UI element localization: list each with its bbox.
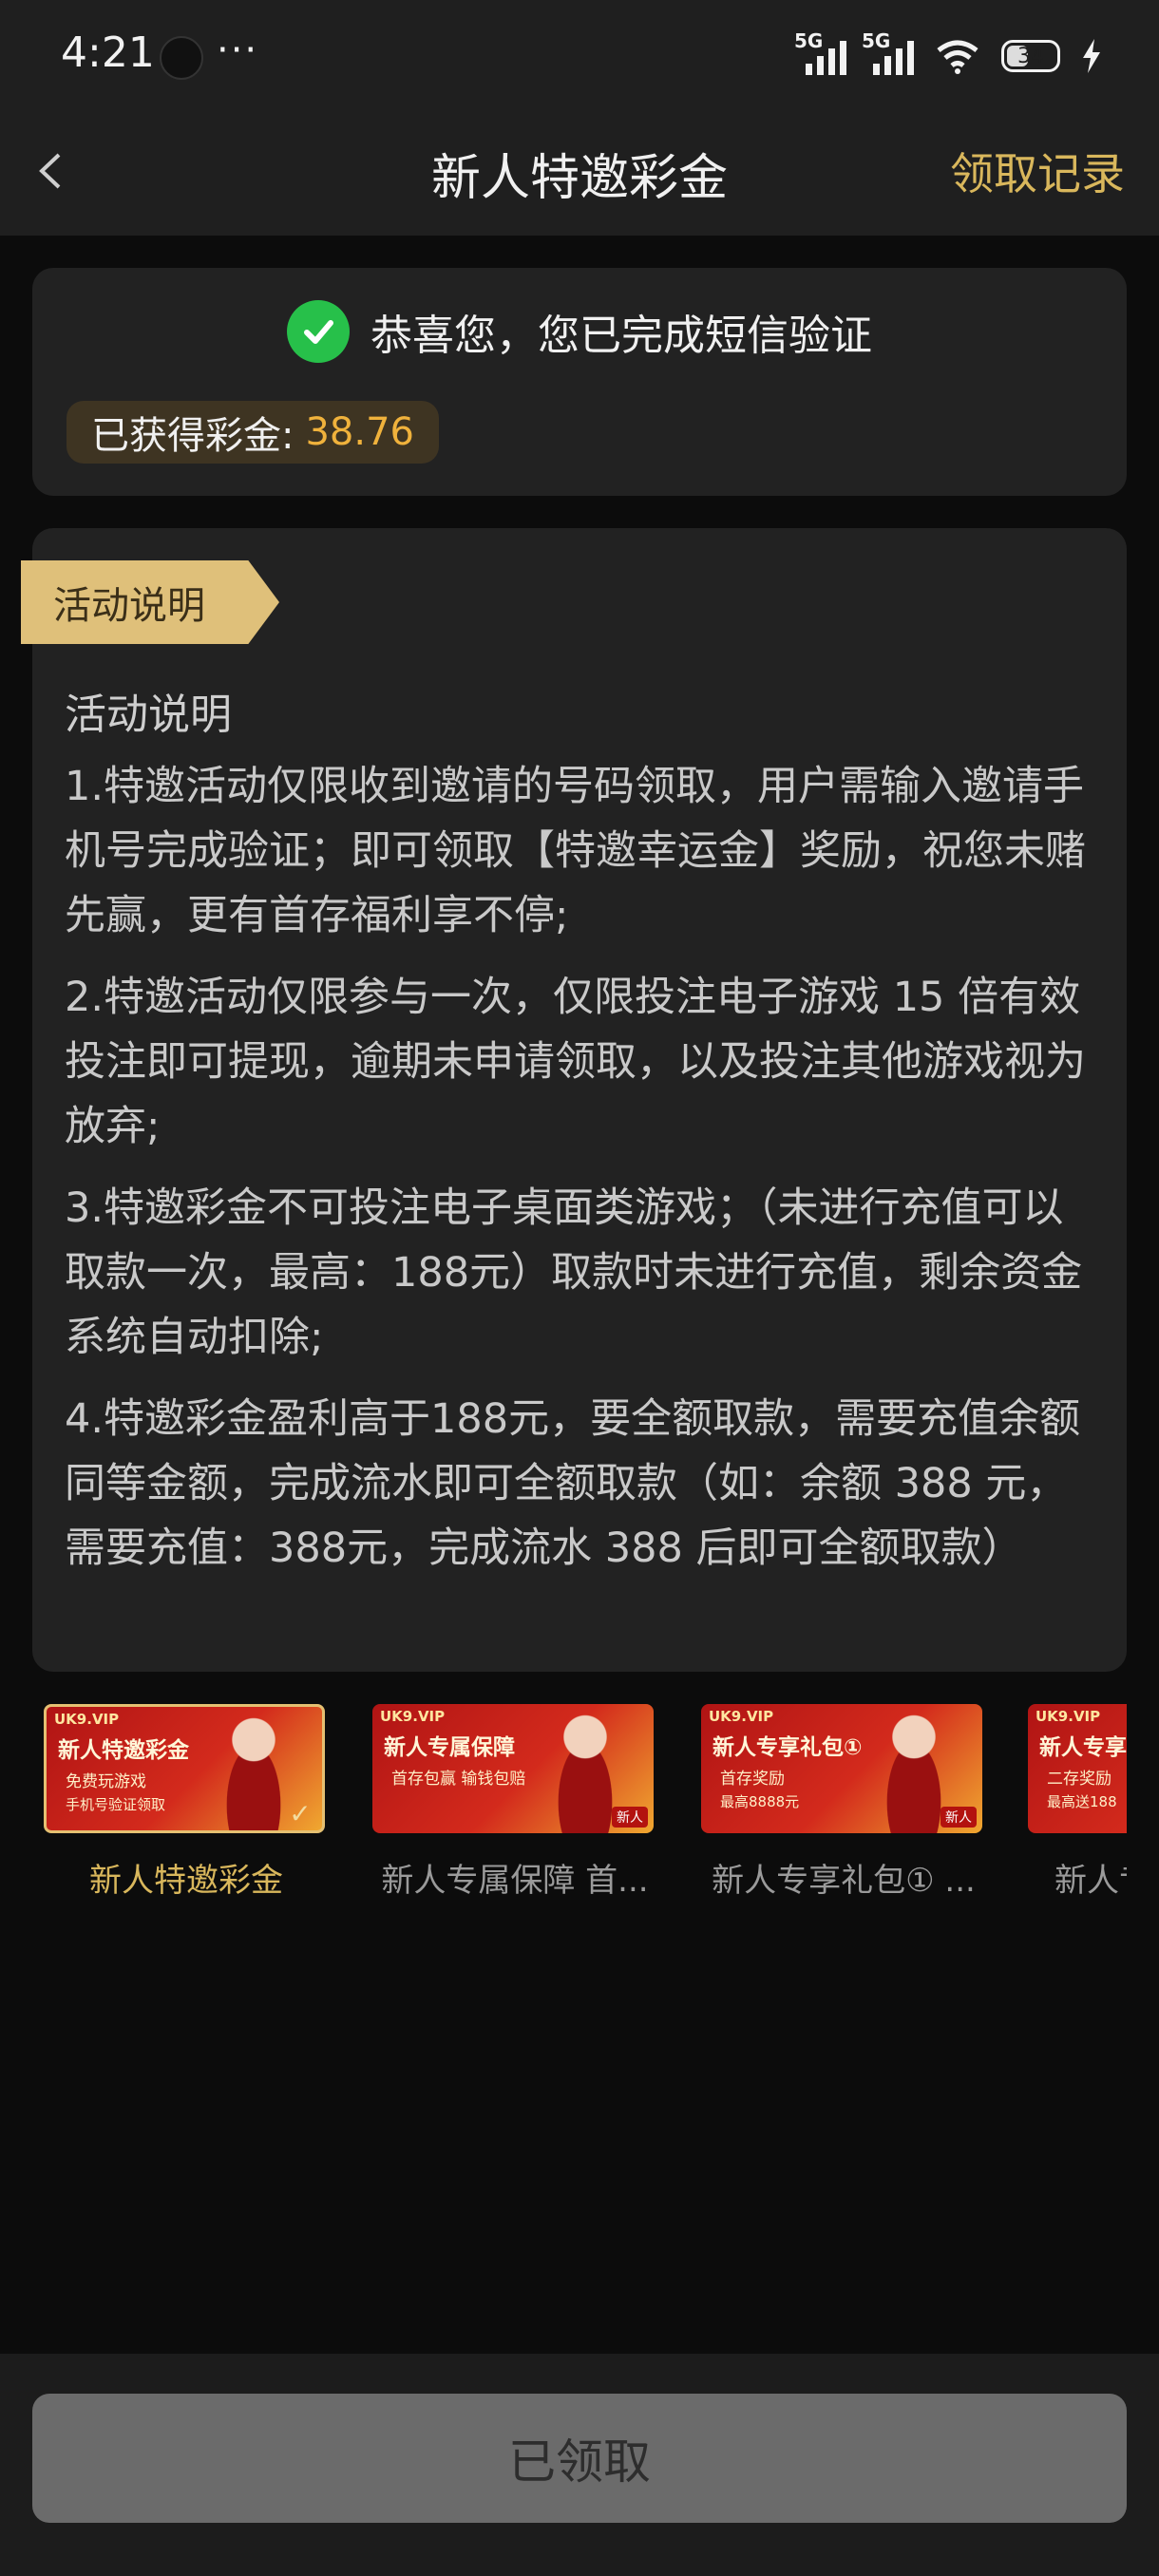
verification-message: 恭喜您，您已完成短信验证	[370, 312, 872, 360]
vip-logo-text: UK9.VIP	[380, 1708, 446, 1725]
bottom-action-bar: 已领取	[0, 2354, 1159, 2576]
promo-subline: 免费玩游戏	[66, 1772, 146, 1791]
promo-card-new-invite[interactable]: UK9.VIP 新人特邀彩金 免费玩游戏 手机号验证领取 ✓ 新人特邀彩金	[44, 1704, 329, 1901]
claim-history-link[interactable]: 领取记录	[950, 140, 1125, 202]
rule-item: 2.特邀活动仅限参与一次，仅限投注电子游戏 15 倍有效投注即可提现，逾期未申请…	[65, 974, 1086, 1150]
claimed-button[interactable]: 已领取	[32, 2394, 1127, 2523]
wifi-icon	[935, 37, 980, 75]
network-type-label-2: 5G	[862, 29, 891, 52]
promo-banner: UK9.VIP 新人特邀彩金 免费玩游戏 手机号验证领取 ✓	[44, 1704, 325, 1833]
activity-ribbon: 活动说明	[21, 560, 279, 644]
promo-caption: 新人专	[1054, 1862, 1127, 1900]
vip-logo-text: UK9.VIP	[709, 1708, 774, 1725]
verification-success-row: 恭喜您，您已完成短信验证	[32, 300, 1127, 363]
promo-card-new-gift-2[interactable]: UK9.VIP 新人专享礼 二存奖励 最高送188 新人专	[1028, 1704, 1127, 1901]
status-bar: 4:21 ··· 5G 5G 34	[0, 0, 1159, 109]
promotion-carousel[interactable]: UK9.VIP 新人特邀彩金 免费玩游戏 手机号验证领取 ✓ 新人特邀彩金 UK…	[0, 1695, 1127, 1913]
earned-bonus-label: 已获得彩金:	[91, 414, 294, 458]
promo-caption: 新人特邀彩金	[89, 1862, 283, 1900]
status-time: 4:21	[61, 28, 155, 77]
new-user-tag: 新人	[612, 1807, 648, 1828]
promo-headline: 新人特邀彩金	[58, 1738, 189, 1763]
promo-subline: 首存包赢 输钱包赔	[391, 1770, 526, 1789]
promo-subline: 首存奖励	[720, 1770, 785, 1789]
promo-headline: 新人专享礼包①	[712, 1735, 863, 1760]
charging-icon	[1081, 39, 1102, 73]
top-navigation-bar: 新人特邀彩金 领取记录	[0, 109, 1159, 236]
check-circle-icon	[287, 300, 350, 363]
promo-banner: UK9.VIP 新人专享礼包① 首存奖励 最高8888元 新人	[701, 1704, 982, 1833]
promo-banner: UK9.VIP 新人专属保障 首存包赢 输钱包赔 新人	[372, 1704, 654, 1833]
activity-description-card: 活动说明 活动说明 1.特邀活动仅限收到邀请的号码领取，用户需输入邀请手机号完成…	[21, 528, 1127, 1672]
promo-subline: 二存奖励	[1047, 1770, 1112, 1789]
earned-bonus-badge: 已获得彩金: 38.76	[66, 401, 439, 464]
rule-item: 3.特邀彩金不可投注电子桌面类游戏；（未进行充值可以取款一次，最高：188元）取…	[65, 1184, 1083, 1361]
vip-logo-text: UK9.VIP	[54, 1711, 120, 1728]
promo-subline-2: 手机号验证领取	[66, 1796, 166, 1813]
promo-caption: 新人专享礼包① ...	[712, 1862, 976, 1900]
earned-bonus-value: 38.76	[305, 410, 414, 454]
battery-icon: 34	[1001, 40, 1060, 72]
more-notifications-icon: ···	[217, 28, 259, 72]
promo-banner: UK9.VIP 新人专享礼 二存奖励 最高送188	[1028, 1704, 1127, 1833]
promo-card-new-gift-1[interactable]: UK9.VIP 新人专享礼包① 首存奖励 最高8888元 新人 新人专享礼包① …	[701, 1704, 986, 1901]
promo-card-new-guarantee[interactable]: UK9.VIP 新人专属保障 首存包赢 输钱包赔 新人 新人专属保障 首...	[372, 1704, 657, 1901]
tiktok-icon	[160, 36, 203, 80]
rules-list: 1.特邀活动仅限收到邀请的号码领取，用户需输入邀请手机号完成验证；即可领取【特邀…	[65, 754, 1098, 1598]
activity-heading: 活动说明	[65, 691, 232, 739]
cellular-signal-icon: 5G	[794, 29, 846, 75]
rule-item: 4.特邀彩金盈利高于188元，要全额取款，需要充值余额同等金额，完成流水即可全额…	[65, 1395, 1081, 1572]
verification-card: 恭喜您，您已完成短信验证 已获得彩金: 38.76	[32, 268, 1127, 496]
promo-caption: 新人专属保障 首...	[381, 1862, 649, 1900]
new-user-tag: 新人	[940, 1807, 977, 1828]
network-type-label: 5G	[794, 29, 824, 52]
promo-subline-2: 最高8888元	[720, 1793, 800, 1810]
rule-item: 1.特邀活动仅限收到邀请的号码领取，用户需输入邀请手机号完成验证；即可领取【特邀…	[65, 763, 1086, 939]
status-indicators: 5G 5G 34	[794, 29, 1102, 80]
vip-logo-text: UK9.VIP	[1036, 1708, 1101, 1725]
promo-headline: 新人专享礼	[1039, 1735, 1127, 1760]
cellular-signal-icon-2: 5G	[862, 29, 914, 75]
promo-subline-2: 最高送188	[1047, 1793, 1117, 1810]
promo-headline: 新人专属保障	[384, 1735, 515, 1760]
battery-level: 34	[1017, 44, 1044, 68]
selected-check-icon: ✓	[289, 1798, 312, 1829]
